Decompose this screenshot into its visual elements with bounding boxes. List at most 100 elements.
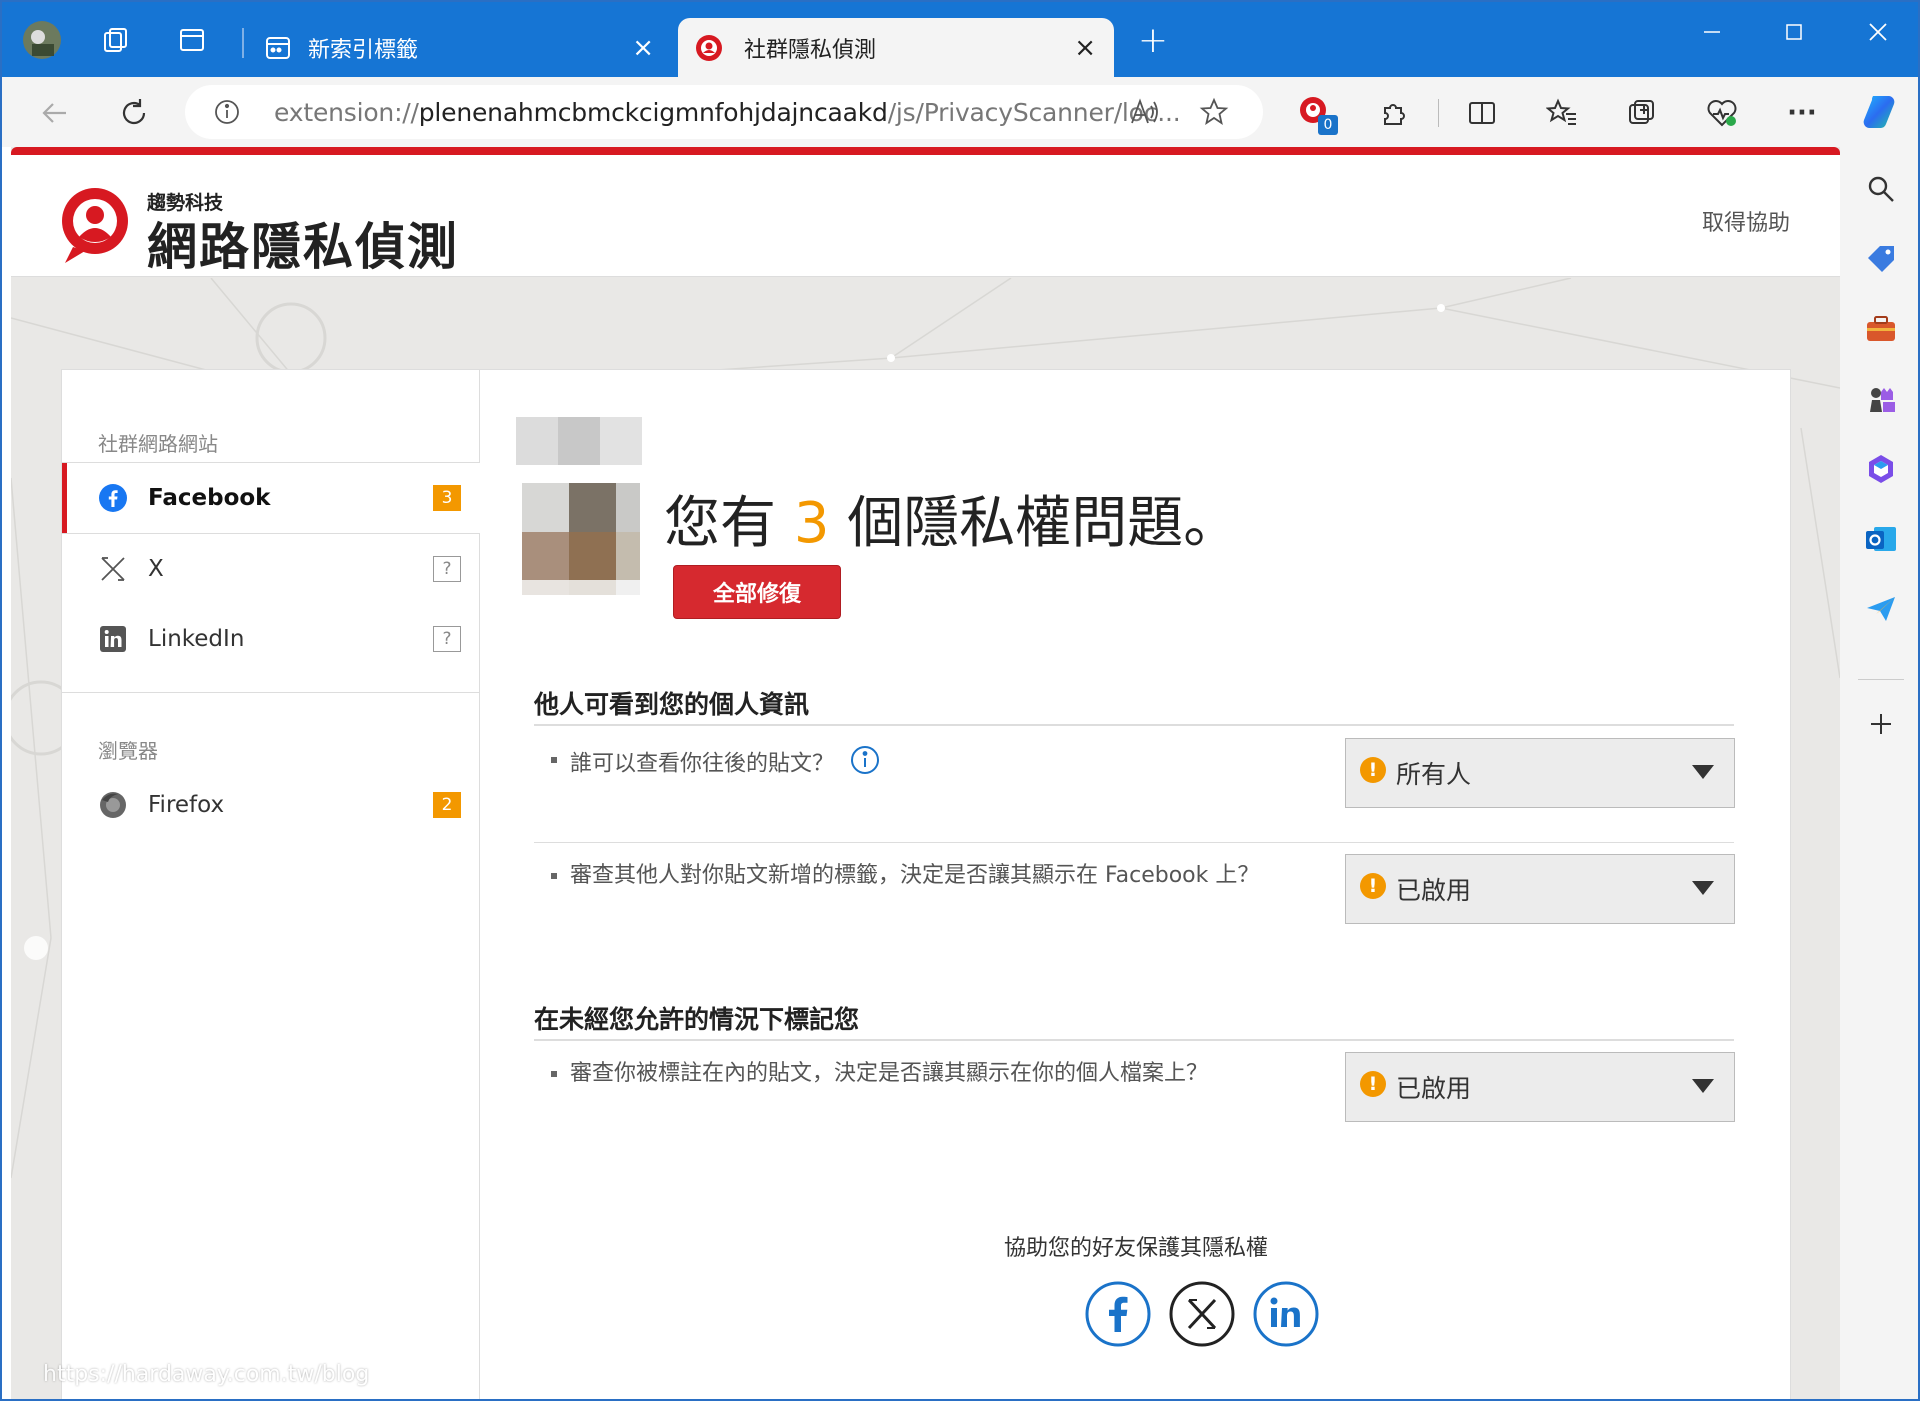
title-bar: 新索引標籤 × 社群隱私偵測 × + [2, 2, 1918, 77]
fix-all-button[interactable]: 全部修復 [673, 565, 841, 619]
games-chess-icon[interactable] [1859, 377, 1903, 421]
vertical-tabs-icon[interactable] [172, 20, 212, 60]
tab-label: 社群隱私偵測 [744, 37, 877, 63]
section-heading: 在未經您允許的情況下標記您 [534, 1005, 860, 1034]
privacy-question: 誰可以查看你往後的貼文？ [551, 744, 1280, 785]
content-panel: 社群網路網站 Facebook 3 X ? LinkedIn ? 瀏覽器 Fir… [61, 369, 1792, 1399]
question-text: 審查你被標註在內的貼文，決定是否讓其顯示在你的個人檔案上？ [570, 1061, 1209, 1086]
edge-sidebar [1840, 147, 1918, 1399]
question-text: 誰可以查看你往後的貼文？ [570, 751, 835, 777]
read-aloud-icon[interactable] [1129, 97, 1161, 131]
sidebar-item-label: X [148, 556, 164, 582]
dropdown-arrow-icon [1692, 1079, 1714, 1093]
shopping-tag-icon[interactable] [1859, 237, 1903, 281]
site-info-icon[interactable] [213, 98, 241, 130]
issue-count: 3 [793, 491, 830, 556]
sidebar-item-label: Firefox [148, 792, 225, 818]
add-sidebar-app-icon[interactable] [1859, 702, 1903, 746]
share-facebook-icon[interactable] [1084, 1280, 1152, 1348]
divider [534, 842, 1734, 843]
warning-icon: ! [1360, 873, 1386, 899]
dropdown-arrow-icon [1692, 765, 1714, 779]
main-content: 您有 3 個隱私權問題。 全部修復 他人可看到您的個人資訊 誰可以查看你往後的貼… [480, 370, 1792, 1399]
tab-privacy-scanner[interactable]: 社群隱私偵測 × [678, 18, 1114, 77]
sidebar: 社群網路網站 Facebook 3 X ? LinkedIn ? 瀏覽器 Fir… [62, 370, 480, 1399]
issue-summary-title: 您有 3 個隱私權問題。 [664, 478, 1239, 559]
dropdown-value: 已啟用 [1396, 876, 1472, 905]
browser-essentials-icon[interactable] [1702, 93, 1742, 133]
search-icon[interactable] [1859, 167, 1903, 211]
x-icon [98, 554, 128, 584]
new-tab-favicon [264, 34, 292, 68]
active-indicator [62, 463, 67, 533]
close-window-button[interactable] [1848, 12, 1908, 52]
privacy-scanner-favicon [694, 34, 724, 70]
tab-new-tab[interactable]: 新索引標籤 × [252, 18, 672, 77]
sidebar-item-label: LinkedIn [148, 626, 245, 652]
profile-name-blurred [516, 417, 642, 465]
favorites-icon[interactable] [1542, 93, 1582, 133]
split-screen-icon[interactable] [1462, 93, 1502, 133]
sidebar-item-firefox[interactable]: Firefox 2 [62, 770, 480, 840]
outlook-icon[interactable] [1859, 517, 1903, 561]
refresh-button[interactable] [112, 91, 156, 135]
tools-briefcase-icon[interactable] [1859, 307, 1903, 351]
sidebar-item-x[interactable]: X ? [62, 534, 480, 604]
workspaces-icon[interactable] [96, 20, 136, 60]
unknown-badge: ? [433, 556, 461, 582]
sidebar-item-facebook[interactable]: Facebook 3 [62, 463, 480, 533]
extensions-puzzle-icon[interactable] [1374, 93, 1414, 133]
divider [534, 1039, 1734, 1041]
unknown-badge: ? [433, 626, 461, 652]
drop-send-icon[interactable] [1859, 587, 1903, 631]
share-x-icon[interactable] [1168, 1280, 1236, 1348]
copilot-icon[interactable] [1858, 89, 1904, 135]
linkedin-icon [98, 624, 128, 654]
more-options-icon[interactable]: ··· [1782, 93, 1822, 133]
share-linkedin-icon[interactable] [1252, 1280, 1320, 1348]
help-link[interactable]: 取得協助 [1702, 205, 1790, 237]
sidebar-item-linkedin[interactable]: LinkedIn ? [62, 604, 480, 674]
dropdown-arrow-icon [1692, 881, 1714, 895]
share-title: 協助您的好友保護其隱私權 [1003, 1236, 1268, 1261]
address-bar[interactable]: extension://plenenahmcbmckcigmnfohjdajnc… [185, 85, 1263, 139]
close-tab-icon[interactable]: × [632, 33, 654, 63]
favorite-star-icon[interactable] [1199, 97, 1229, 131]
sidebar-section-title: 瀏覽器 [98, 739, 158, 763]
issue-count-badge: 2 [433, 792, 461, 818]
back-button[interactable] [32, 91, 76, 135]
profile-avatar[interactable] [22, 20, 62, 60]
new-tab-button[interactable]: + [1133, 20, 1173, 61]
facebook-icon [98, 483, 128, 513]
url-scheme: extension:// [274, 98, 419, 127]
maximize-button[interactable] [1764, 12, 1824, 52]
close-tab-icon[interactable]: × [1074, 33, 1096, 63]
privacy-question: 審查你被標註在內的貼文，決定是否讓其顯示在你的個人檔案上？ [551, 1058, 1280, 1089]
url-host: plenenahmcbmckcigmnfohjdajncaakd [418, 98, 888, 127]
microsoft-365-icon[interactable] [1859, 447, 1903, 491]
who-can-see-posts-dropdown[interactable]: ! 所有人 [1345, 738, 1735, 808]
accent-stripe [11, 147, 1840, 155]
url-text[interactable]: extension://plenenahmcbmckcigmnfohjdajnc… [274, 98, 1181, 127]
profile-photo-blurred [522, 483, 640, 595]
review-tagged-posts-dropdown[interactable]: ! 已啟用 [1345, 1052, 1735, 1122]
brand-product-title: 網路隱私偵測 [147, 218, 459, 276]
warning-icon: ! [1360, 757, 1386, 783]
section-heading: 他人可看到您的個人資訊 [534, 690, 810, 719]
trend-micro-logo-icon [59, 185, 135, 271]
app-header: 趨勢科技 網路隱私偵測 取得協助 [11, 155, 1840, 277]
review-tags-dropdown[interactable]: ! 已啟用 [1345, 854, 1735, 924]
trend-micro-extension-icon[interactable]: 0 [1296, 93, 1338, 135]
tab-label: 新索引標籤 [308, 37, 419, 63]
sidebar-item-label: Facebook [148, 485, 271, 511]
dropdown-value: 所有人 [1396, 760, 1472, 789]
browser-toolbar: extension://plenenahmcbmckcigmnfohjdajnc… [2, 77, 1918, 147]
privacy-question: 審查其他人對你貼文新增的標籤，決定是否讓其顯示在 Facebook 上？ [551, 860, 1280, 891]
rail-divider [1858, 679, 1904, 680]
browser-window: 新索引標籤 × 社群隱私偵測 × + extension://plenenahm… [0, 0, 1920, 1401]
info-icon[interactable] [849, 744, 881, 785]
firefox-icon [98, 790, 128, 820]
collections-icon[interactable] [1622, 93, 1662, 133]
extension-badge: 0 [1318, 115, 1338, 135]
minimize-button[interactable] [1682, 12, 1742, 52]
